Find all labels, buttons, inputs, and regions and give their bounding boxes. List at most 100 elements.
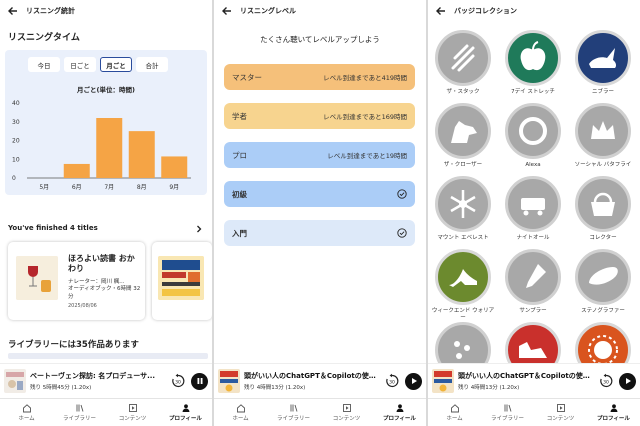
nav-content[interactable]: コンテンツ [320,399,373,426]
nav-profile[interactable]: プロフィール [373,399,426,426]
app-root: リスニング統計 リスニングタイム 今日 日ごと 月ごと 合計 月ごと(単位：時間… [0,0,640,426]
library-icon [76,404,83,412]
back-arrow-icon[interactable] [435,5,447,17]
nav-profile[interactable]: プロフィール [159,399,212,426]
nav-home[interactable]: ホーム [0,399,53,426]
book-cover [158,256,204,300]
rewind-30-icon[interactable]: 30 [384,373,400,389]
crown-badge[interactable] [575,103,631,159]
content-icon [556,404,565,412]
library-icon [504,404,511,412]
mini-player[interactable]: 頭がいい人のChatGPT＆Copilotの使い... 残り 4時間13分 (1… [214,363,426,398]
book-cover [16,256,58,300]
nav-profile[interactable]: プロフィール [587,399,640,426]
books-badge[interactable] [435,30,491,86]
pause-icon [197,378,202,384]
books-icon [451,44,475,72]
pause-button[interactable] [191,372,208,390]
panel-listening-level: リスニングレベル たくさん聴いてレベルアップしよう マスター レベル到達まであと… [214,0,426,426]
profile-icon [182,404,189,412]
rewind-30-icon[interactable]: 30 [170,373,186,389]
x-tick-label: 8月 [137,184,147,191]
play-button[interactable] [619,372,636,390]
bread-badge[interactable] [575,249,631,305]
nav-content[interactable]: コンテンツ [106,399,159,426]
nav-library[interactable]: ライブラリー [481,399,534,426]
finished-book-card[interactable] [152,242,212,320]
apple-badge[interactable] [505,30,561,86]
finished-titles-heading: You've finished 4 titles [8,224,98,232]
high-heel-badge[interactable] [435,249,491,305]
book-date: 2025/08/06 [68,303,97,309]
y-tick-label: 40 [12,100,20,107]
header: リスニング統計 [0,0,212,22]
snowflake-icon [450,190,476,218]
header: リスニングレベル [214,0,426,22]
nav-home[interactable]: ホーム [428,399,481,426]
level-pro: プロ レベル到達まであと19時間 [224,142,415,168]
panel-listening-stats: リスニング統計 リスニングタイム 今日 日ごと 月ごと 合計 月ごと(単位：時間… [0,0,212,426]
now-playing-cover [218,369,240,393]
dropper-badge[interactable] [505,249,561,305]
x-tick-label: 5月 [39,184,49,191]
level-headline: たくさん聴いてレベルアップしよう [260,35,380,44]
bottom-nav: ホーム ライブラリー コンテンツ プロフィール [428,398,640,426]
book-cover-art-icon [158,256,204,300]
play-icon [625,378,631,384]
level-desc: レベル到達まであと419時間 [323,74,407,82]
back-arrow-icon[interactable] [221,5,233,17]
check-circle-icon [397,189,407,199]
badge-label: ザ・スタック [446,89,480,95]
level-name: 学者 [232,111,247,121]
alexa-ring-badge[interactable] [505,103,561,159]
nav-content-label: コンテンツ [546,416,575,422]
snowflake-badge[interactable] [435,176,491,232]
level-desc: レベル到達まであと19時間 [327,152,407,160]
mini-player-text: ベートーヴェン探訪: 名プロデューサ... 残り 5時間45分 (1.20x) [30,371,168,391]
high-heel-icon [449,269,477,287]
nav-content-label: コンテンツ [118,416,147,422]
train-badge[interactable] [505,176,561,232]
nav-content[interactable]: コンテンツ [534,399,587,426]
panel-badge-collection: バッジコレクション ザ・スタック 7デイ ストレッチ ニブラー ザ・クローザー Alex… [428,0,640,426]
mini-player[interactable]: ベートーヴェン探訪: 名プロデューサ... 残り 5時間45分 (1.20x) … [0,363,212,398]
wolf-badge[interactable] [435,103,491,159]
back-arrow-icon[interactable] [7,5,19,17]
rabbit-badge[interactable] [575,30,631,86]
badge-label: ナイトオール [516,235,550,241]
level-master: マスター レベル到達まであと419時間 [224,64,415,90]
check-circle-icon [397,228,407,238]
nav-library[interactable]: ライブラリー [53,399,106,426]
rewind-30-icon[interactable]: 30 [598,373,614,389]
crown-icon [591,121,615,139]
x-tick-label: 7月 [104,184,114,191]
bar-chart: 月ごと(単位：時間) 40 30 20 10 0 5月 6月 7月 8月 9月 [12,85,191,191]
badge-label: マウント エベレスト [437,235,489,241]
now-playing-cover [432,369,454,393]
listening-time-title: リスニングタイム [8,33,80,43]
wolf-icon [451,121,477,143]
nav-home[interactable]: ホーム [214,399,267,426]
play-button[interactable] [405,372,422,390]
basket-badge[interactable] [575,176,631,232]
level-beginner: 初級 [224,181,415,207]
now-playing-cover [4,369,26,393]
mini-player-text: 頭がいい人のChatGPT＆Copilotの使い... 残り 4時間13分 (1… [244,371,382,391]
now-playing-status: 残り 4時間13分 (1.20x) [458,385,520,391]
badge-label: ステノグラファー [581,308,625,314]
mini-player[interactable]: 頭がいい人のChatGPT＆Copilotの使い... 残り 4時間13分 (1… [428,363,640,398]
nav-content-label: コンテンツ [332,416,361,422]
now-playing-status: 残り 5時間45分 (1.20x) [30,385,92,391]
nav-library[interactable]: ライブラリー [267,399,320,426]
dropper-icon [526,264,546,288]
badge-label: ザ・クローザー [443,162,483,168]
badge-label: ソーシャル バタフライ [574,162,632,168]
chevron-right-icon[interactable] [195,225,203,233]
bar-6月 [63,163,90,178]
bottom-nav: ホーム ライブラリー コンテンツ プロフィール [214,398,426,426]
level-scholar: 学者 レベル到達まであと169時間 [224,103,415,129]
y-tick-label: 30 [12,119,20,126]
finished-book-card[interactable]: ほろよい読書 おかわり ナレーター：岡川 楓... オーディオブック・6時間 3… [8,242,145,320]
bar-8月 [128,131,155,178]
nav-profile-label: プロフィール [383,416,416,422]
